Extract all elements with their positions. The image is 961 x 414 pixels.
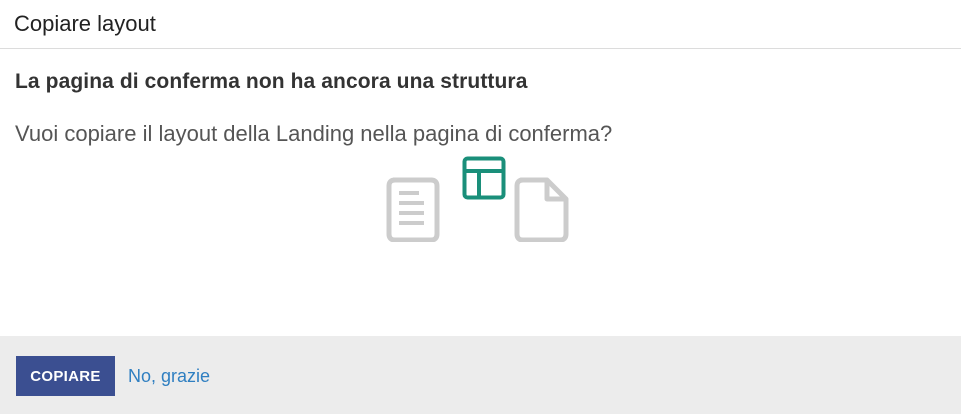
dialog-body: La pagina di conferma non ha ancora una … (0, 50, 961, 336)
dialog-title: Copiare layout (14, 11, 156, 36)
dialog-header: Copiare layout (0, 0, 961, 49)
document-blank-icon (514, 177, 569, 242)
copy-layout-illustration (385, 156, 570, 242)
no-thanks-link[interactable]: No, grazie (128, 365, 210, 387)
copy-layout-dialog: Copiare layout La pagina di conferma non… (0, 0, 961, 414)
dialog-question: Vuoi copiare il layout della Landing nel… (15, 121, 613, 146)
dialog-heading: La pagina di conferma non ha ancora una … (15, 70, 528, 93)
dialog-footer: COPIARE No, grazie (0, 336, 961, 414)
document-lines-icon (386, 177, 440, 242)
layout-icon (462, 156, 506, 200)
copy-button[interactable]: COPIARE (16, 356, 115, 396)
